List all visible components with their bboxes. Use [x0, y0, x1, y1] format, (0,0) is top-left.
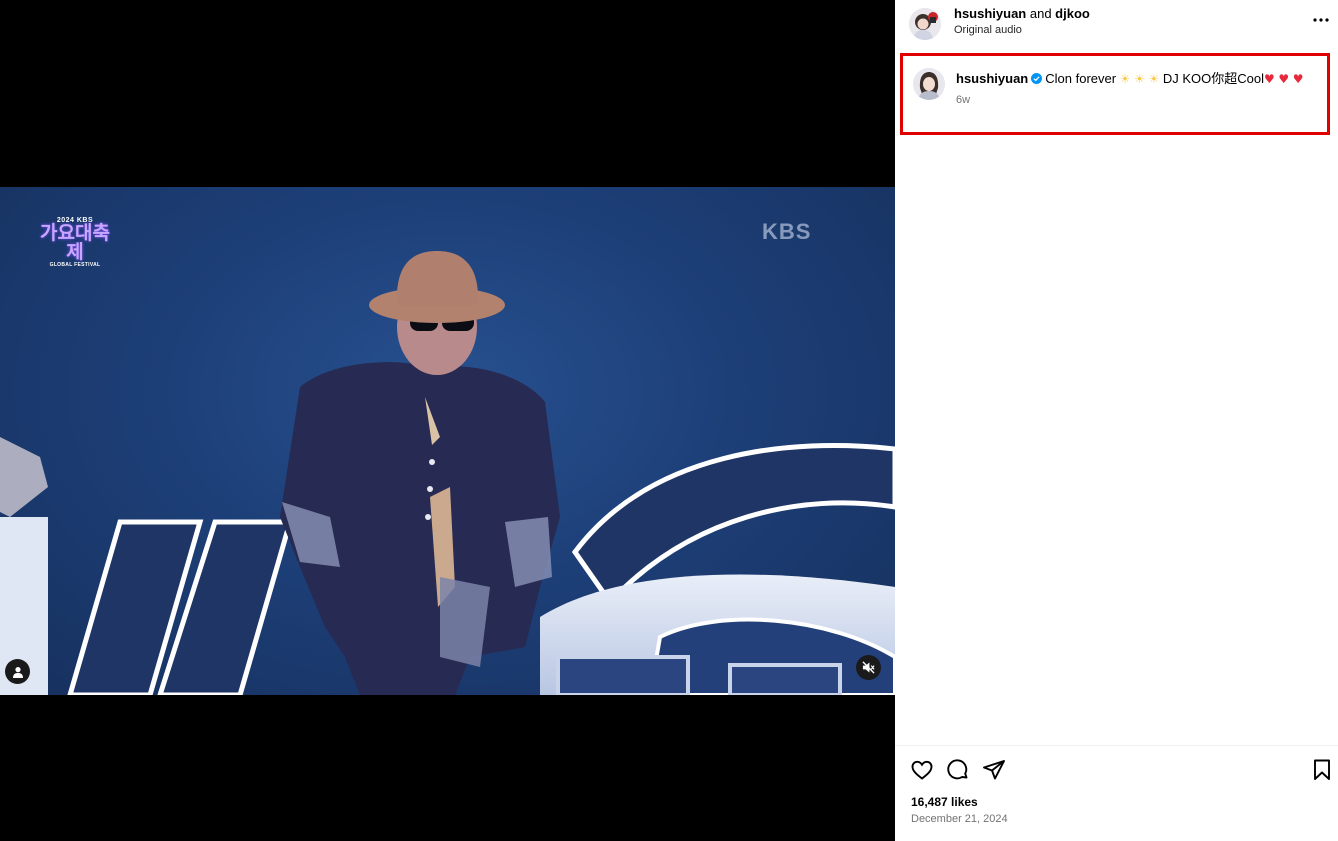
caption-highlight: hsushiyuan Clon forever ☀ ☀ ☀ DJ KOO你超Coo… — [900, 53, 1330, 135]
author-connector: and — [1026, 6, 1056, 21]
more-horizontal-icon — [1313, 18, 1329, 22]
sun-emoji: ☀ — [1148, 72, 1160, 86]
broadcaster-watermark: KBS — [762, 219, 812, 244]
bookmark-icon — [1314, 759, 1330, 780]
heart-emoji: ♥ — [1292, 72, 1304, 86]
verified-badge-icon — [1031, 73, 1043, 84]
author-link-1[interactable]: hsushiyuan — [954, 6, 1026, 21]
more-options-button[interactable] — [1311, 12, 1331, 28]
post-header: hsushiyuan and djkoo Original audio — [895, 0, 1338, 48]
caption-text: hsushiyuan Clon forever ☀ ☀ ☀ DJ KOO你超Coo… — [956, 71, 1304, 87]
save-button[interactable] — [1310, 758, 1334, 782]
like-button[interactable] — [910, 758, 934, 782]
caption-avatar[interactable] — [913, 68, 945, 100]
person-tag-icon — [12, 666, 23, 678]
festival-logo: 2024 KBS 가요대축제 GLOBAL FESTIVAL — [40, 217, 110, 268]
post-side-panel: hsushiyuan and djkoo Original audio hsus… — [895, 0, 1338, 841]
avatar-image — [909, 8, 941, 40]
sun-emoji: ☀ — [1119, 72, 1131, 86]
festival-logo-name: 가요대축제 — [40, 222, 110, 263]
author-link-2[interactable]: djkoo — [1055, 6, 1090, 21]
avatar-image — [913, 68, 945, 100]
sun-emoji: ☀ — [1134, 72, 1145, 86]
mute-toggle-button[interactable] — [856, 655, 881, 680]
like-count[interactable]: 16,487 likes — [911, 795, 978, 809]
post-media: 2024 KBS 가요대축제 GLOBAL FESTIVAL KBS — [0, 0, 895, 841]
caption-body-1: Clon forever — [1045, 71, 1120, 86]
comment-button[interactable] — [946, 758, 970, 782]
tagged-people-button[interactable] — [5, 659, 30, 684]
video-frame-image — [0, 251, 895, 695]
share-icon — [983, 760, 1005, 780]
video-player[interactable]: 2024 KBS 가요대축제 GLOBAL FESTIVAL KBS — [0, 187, 895, 695]
caption-body-2: DJ KOO你超Cool — [1162, 71, 1264, 86]
heart-icon — [911, 760, 933, 780]
audio-link[interactable]: Original audio — [954, 24, 1022, 36]
heart-emoji: ♥ — [1278, 72, 1290, 86]
heart-emoji: ♥ — [1263, 72, 1275, 86]
muted-speaker-icon — [862, 661, 875, 674]
actions-divider — [895, 745, 1338, 746]
festival-logo-sub: GLOBAL FESTIVAL — [49, 262, 101, 268]
caption-username[interactable]: hsushiyuan — [956, 71, 1028, 86]
post-authors: hsushiyuan and djkoo — [954, 6, 1090, 21]
share-button[interactable] — [982, 758, 1006, 782]
post-date[interactable]: December 21, 2024 — [911, 813, 1008, 825]
comment-icon — [947, 759, 968, 780]
collab-avatar[interactable] — [909, 8, 941, 40]
caption-timestamp[interactable]: 6w — [956, 94, 970, 106]
